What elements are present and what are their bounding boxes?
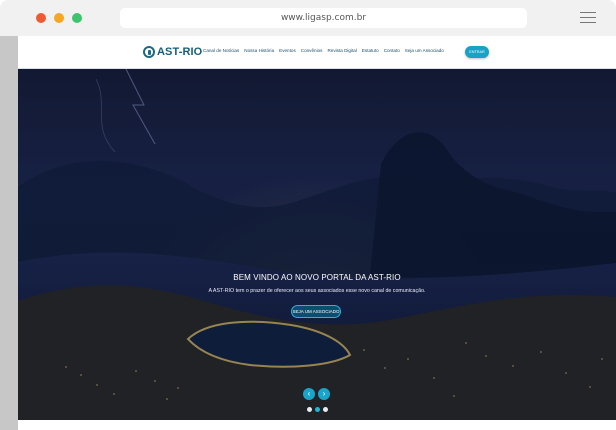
nav-link-estatuto[interactable]: Estatuto [362, 48, 379, 53]
browser-toolbar: www.ligasp.com.br [0, 0, 616, 36]
address-bar[interactable]: www.ligasp.com.br [120, 8, 527, 28]
join-association-button[interactable]: SEJA UM ASSOCIADO [291, 305, 341, 318]
hero-overlay [18, 69, 616, 420]
nav-link-canal-de-noticias[interactable]: Canal de Notícias [203, 48, 239, 53]
slide-dot-active[interactable] [315, 407, 320, 412]
slide-dot[interactable] [307, 407, 312, 412]
nav-link-revista-digital[interactable]: Revista Digital [327, 48, 356, 53]
next-slide-button[interactable]: › [318, 388, 330, 400]
hero-subtitle: A AST-RIO tem o prazer de oferecer aos s… [208, 288, 426, 294]
nav-link-contato[interactable]: Contato [384, 48, 400, 53]
nav-link-eventos[interactable]: Eventos [279, 48, 296, 53]
site-logo[interactable]: AST-RIO [143, 45, 202, 59]
hero-banner: BEM VINDO AO NOVO PORTAL DA AST-RIO A AS… [18, 69, 616, 420]
maximize-window-icon[interactable] [72, 13, 82, 23]
logo-icon [143, 46, 155, 58]
page-bottom-edge [18, 420, 616, 430]
main-navigation: Canal de Notícias Nossa História Eventos… [203, 48, 444, 53]
hero-title: BEM VINDO AO NOVO PORTAL DA AST-RIO [233, 273, 401, 282]
chevron-left-icon: ‹ [307, 389, 311, 398]
minimize-window-icon[interactable] [54, 13, 64, 23]
nav-link-seja-um-associado[interactable]: Seja um Associado [405, 48, 444, 53]
chevron-right-icon: › [322, 389, 326, 398]
logo-text: AST-RIO [157, 46, 203, 58]
browser-window: www.ligasp.com.br AST-RIO Canal de Notíc… [0, 0, 616, 430]
slider-pagination [307, 407, 328, 412]
close-window-icon[interactable] [36, 13, 46, 23]
enter-button[interactable]: ENTRAR [465, 46, 489, 58]
previous-slide-button[interactable]: ‹ [303, 388, 315, 400]
slide-dot[interactable] [323, 407, 328, 412]
site-header: AST-RIO Canal de Notícias Nossa História… [18, 36, 616, 69]
site-viewport: AST-RIO Canal de Notícias Nossa História… [18, 36, 616, 420]
nav-link-nossa-historia[interactable]: Nossa História [244, 48, 274, 53]
nav-link-convenios[interactable]: Convênios [301, 48, 323, 53]
hamburger-menu-icon[interactable] [580, 12, 596, 24]
